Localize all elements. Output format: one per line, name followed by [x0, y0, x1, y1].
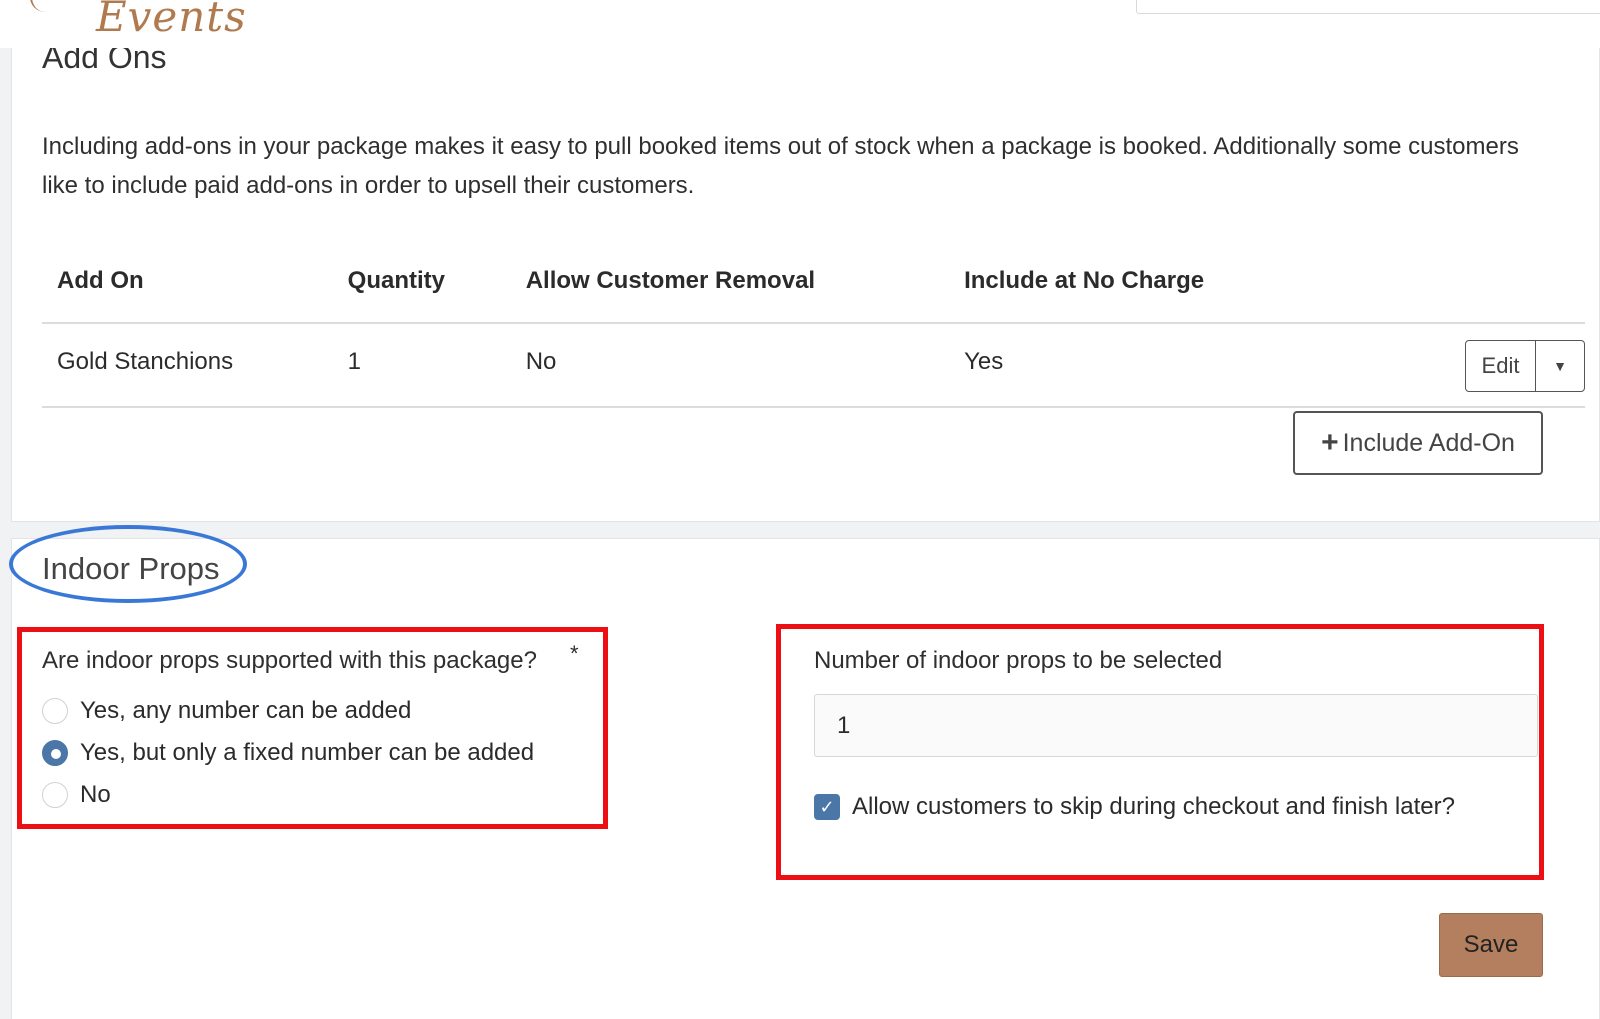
top-header: Events	[0, 0, 1600, 48]
no-charge-cell: Yes	[949, 323, 1325, 408]
radio-option-fixed-number[interactable]: Yes, but only a fixed number can be adde…	[42, 739, 534, 767]
edit-dropdown-toggle[interactable]: ▼	[1536, 341, 1584, 391]
quantity-cell: 1	[332, 323, 511, 408]
radio-button-selected[interactable]	[42, 740, 68, 766]
brand-logo[interactable]: Events	[96, 0, 247, 41]
edit-button-group: Edit ▼	[1465, 340, 1585, 392]
checkmark-icon: ✓	[819, 796, 835, 817]
column-header-no-charge: Include at No Charge	[949, 239, 1325, 324]
radio-option-no[interactable]: No	[42, 781, 111, 809]
include-add-on-button[interactable]: + Include Add-On	[1293, 411, 1543, 475]
plus-icon: +	[1321, 426, 1339, 459]
radio-label: Yes, any number can be added	[80, 697, 412, 724]
column-header-allow-removal: Allow Customer Removal	[510, 239, 950, 324]
actions-cell: Edit ▼	[1325, 323, 1585, 408]
annotation-circle	[9, 525, 247, 603]
caret-down-icon: ▼	[1553, 358, 1567, 374]
add-ons-table: Add On Quantity Allow Customer Removal I…	[42, 239, 1585, 408]
table-row: Gold Stanchions 1 No Yes Edit ▼	[42, 323, 1585, 408]
save-button[interactable]: Save	[1439, 913, 1543, 977]
number-of-props-label: Number of indoor props to be selected	[814, 647, 1223, 674]
skip-checkbox[interactable]: ✓	[814, 794, 840, 820]
skip-checkbox-label: Allow customers to skip during checkout …	[852, 793, 1455, 820]
column-header-add-on: Add On	[42, 239, 333, 324]
logo-mark	[30, 0, 60, 12]
radio-label: No	[80, 781, 111, 808]
radio-label: Yes, but only a fixed number can be adde…	[80, 739, 535, 766]
skip-checkout-option[interactable]: ✓ Allow customers to skip during checkou…	[814, 793, 1455, 821]
add-ons-panel: Add Ons Including add-ons in your packag…	[11, 20, 1600, 522]
required-marker: *	[570, 641, 579, 666]
radio-button[interactable]	[42, 698, 68, 724]
radio-button[interactable]	[42, 782, 68, 808]
allow-removal-cell: No	[510, 323, 950, 408]
include-add-on-label: Include Add-On	[1342, 428, 1515, 457]
indoor-props-question: Are indoor props supported with this pac…	[42, 647, 537, 674]
header-search-field[interactable]	[1136, 0, 1600, 14]
number-of-props-input[interactable]	[814, 694, 1538, 757]
column-header-actions	[1325, 239, 1585, 324]
add-on-name-cell: Gold Stanchions	[42, 323, 333, 408]
table-header-row: Add On Quantity Allow Customer Removal I…	[42, 239, 1585, 324]
indoor-props-panel: Indoor Props Are indoor props supported …	[9, 525, 1600, 1019]
add-ons-description: Including add-ons in your package makes …	[42, 133, 1519, 199]
edit-button[interactable]: Edit	[1466, 341, 1536, 391]
radio-option-any-number[interactable]: Yes, any number can be added	[42, 697, 411, 725]
column-header-quantity: Quantity	[332, 239, 511, 324]
